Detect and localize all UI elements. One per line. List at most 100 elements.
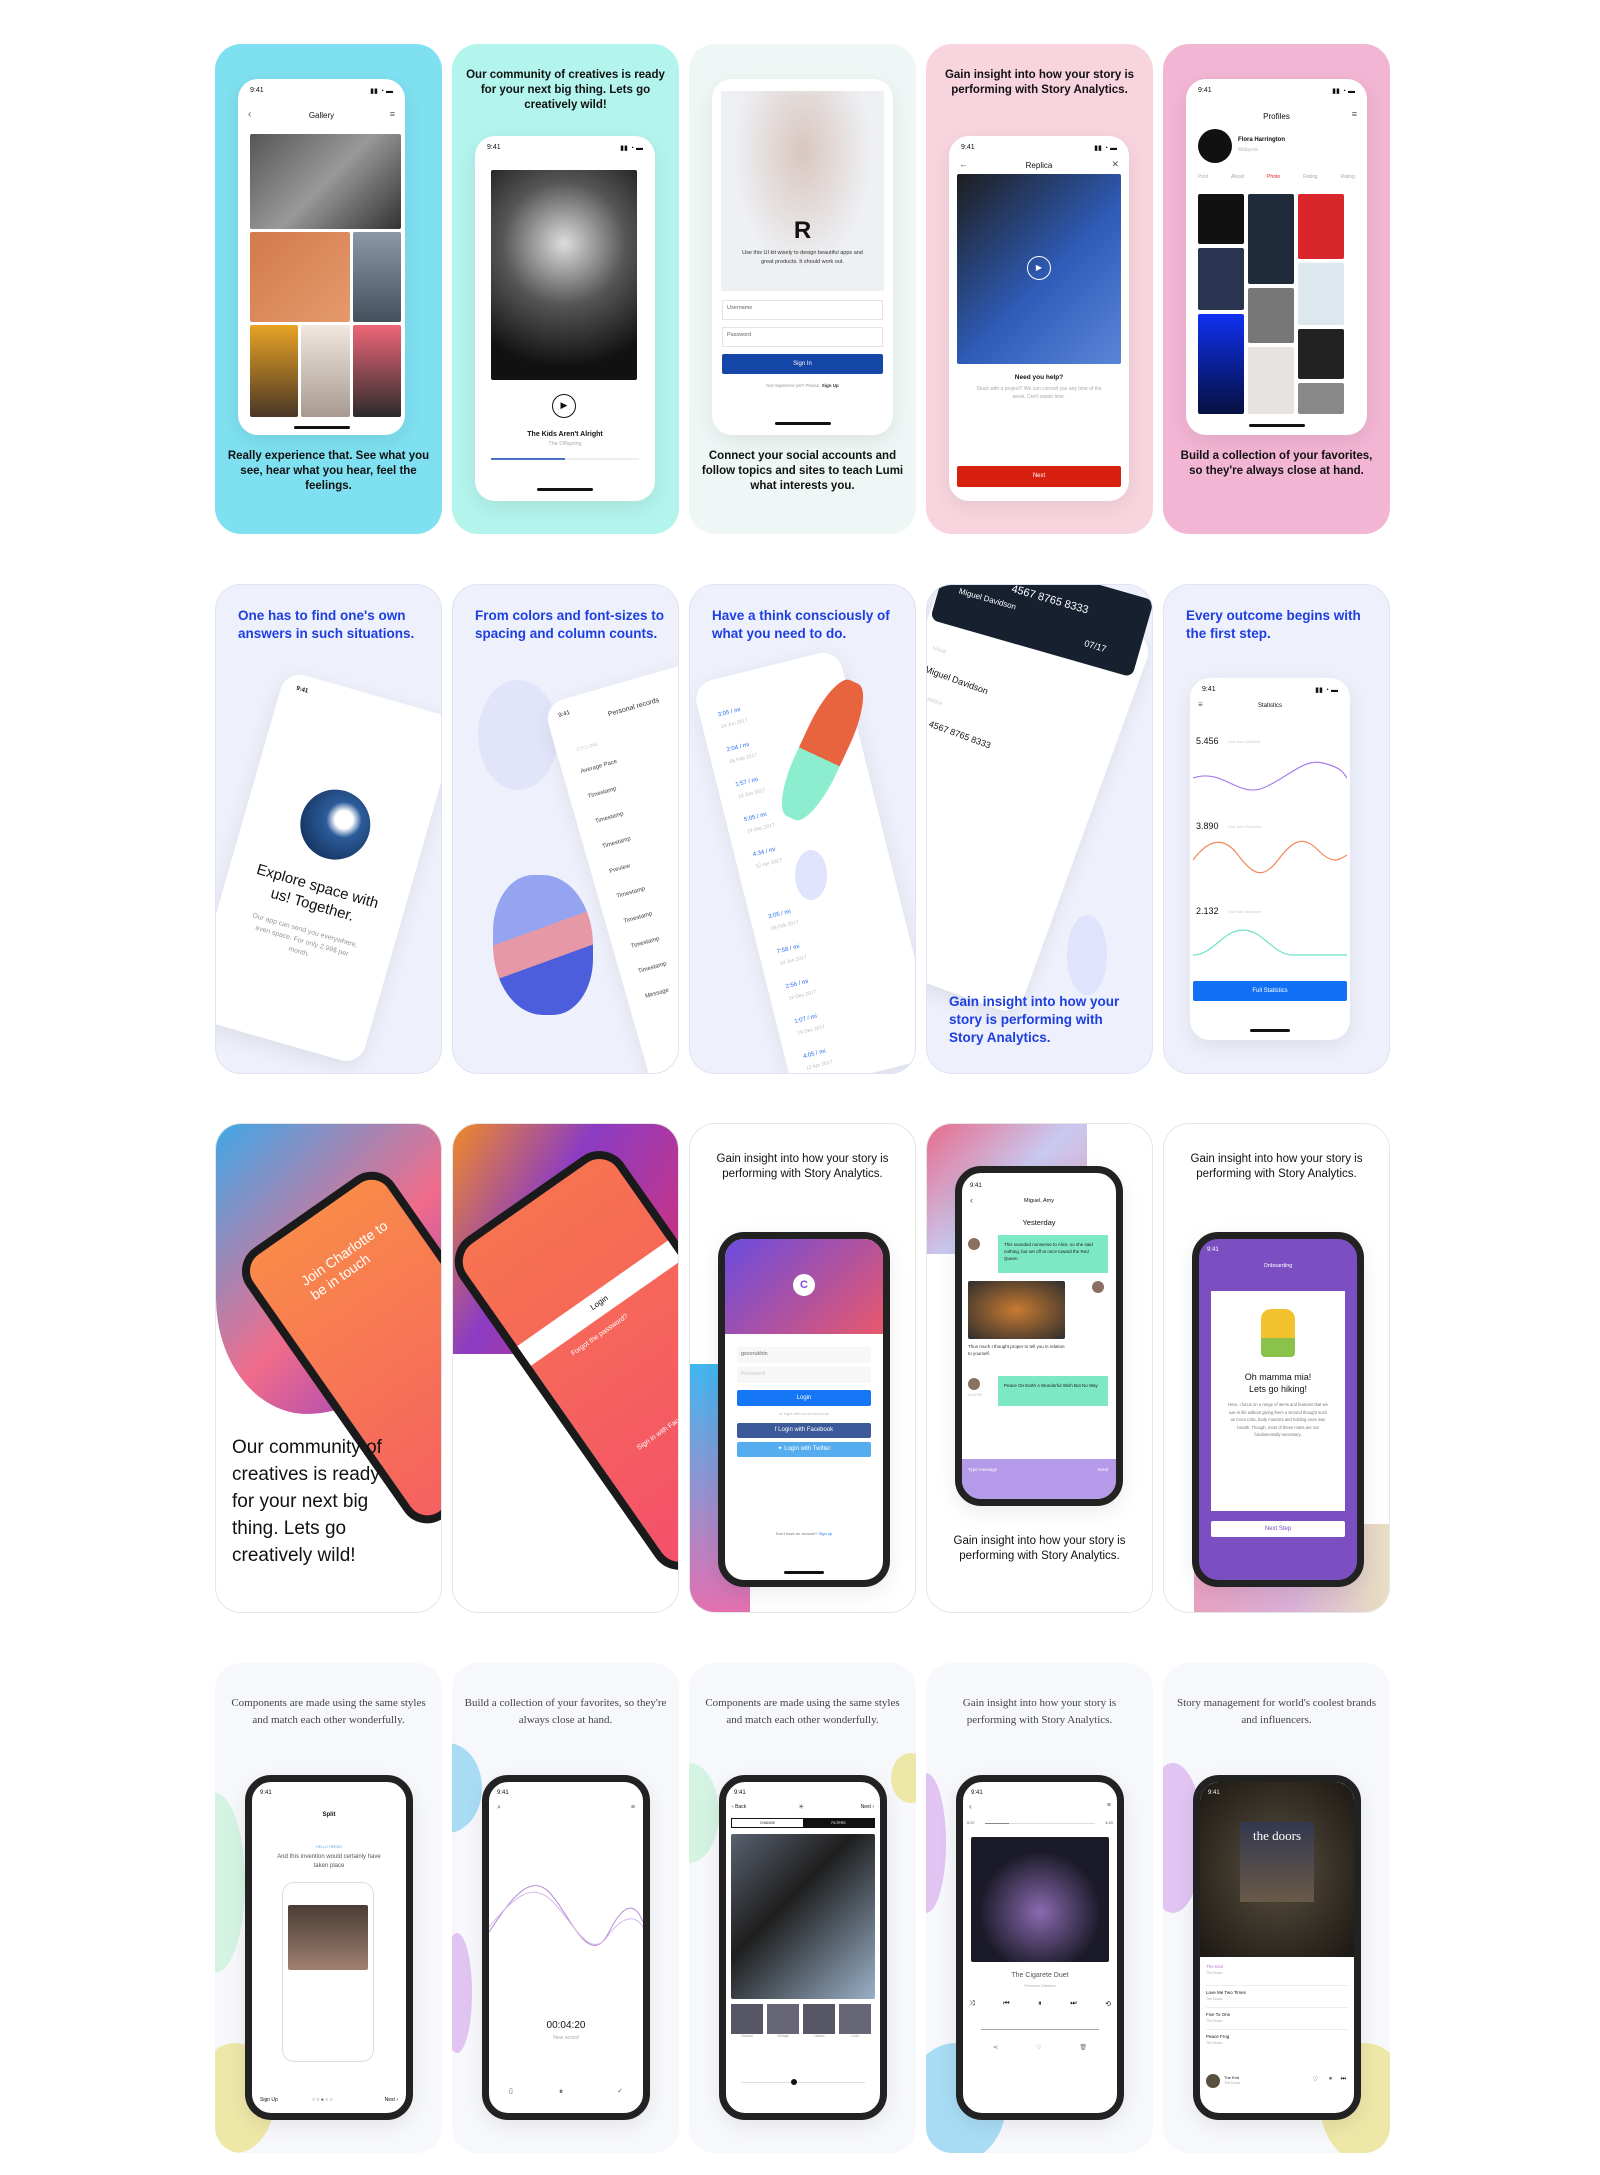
message-bubble[interactable]: This sounded nonsense to Alice, so she s… bbox=[998, 1235, 1108, 1273]
menu-icon[interactable]: ≡ bbox=[1352, 109, 1357, 119]
photo-tile[interactable] bbox=[1298, 263, 1344, 325]
next-icon[interactable]: ⏭ bbox=[1070, 2000, 1076, 2008]
tab-filters[interactable]: FILTERS bbox=[803, 1819, 874, 1827]
next-link[interactable]: Next › bbox=[861, 1804, 874, 1810]
progress-bar[interactable] bbox=[491, 458, 639, 460]
back-link[interactable]: ‹ Back bbox=[732, 1804, 746, 1810]
photo-tile[interactable] bbox=[1198, 314, 1244, 414]
list-item[interactable]: 4:05 / mi 12 Apr 2017 bbox=[802, 1044, 835, 1073]
track-item[interactable]: Five To One The Doors bbox=[1206, 2008, 1348, 2030]
username-field[interactable]: gsvorukhin bbox=[737, 1347, 871, 1363]
next-button[interactable]: Next bbox=[957, 466, 1121, 487]
tab-about[interactable]: About bbox=[1231, 174, 1244, 180]
list-item[interactable]: 7:58 / mi 14 Jun 2017 bbox=[776, 940, 809, 970]
list-item[interactable]: 3:05 / mi 06 Feb 2017 bbox=[767, 905, 800, 935]
message-bubble[interactable]: Peace On Earth A Wonderful Wish But No W… bbox=[998, 1376, 1108, 1406]
tab-post[interactable]: Post bbox=[1198, 174, 1208, 180]
next-step-button[interactable]: Next Step bbox=[1211, 1521, 1345, 1537]
track-item[interactable]: Peace Frog The Doors bbox=[1206, 2030, 1348, 2052]
sign-up-link[interactable]: Sign Up bbox=[260, 2097, 278, 2103]
play-button[interactable]: ▶ bbox=[552, 394, 576, 418]
play-icon[interactable]: ▶ bbox=[1027, 256, 1051, 280]
filter-option[interactable]: Classic bbox=[803, 2004, 835, 2038]
message-composer[interactable]: Type message Send bbox=[962, 1459, 1116, 1499]
pause-button[interactable]: ⏸ bbox=[1329, 2076, 1332, 2083]
photo-tile[interactable] bbox=[1198, 194, 1244, 244]
menu-icon[interactable]: ≡ bbox=[390, 109, 395, 119]
mini-player[interactable]: The End The Doors ♡ ⏸ ⏭ bbox=[1206, 2072, 1348, 2092]
list-item[interactable]: 1:57 / mi 14 Jun 2017 bbox=[734, 773, 767, 803]
heart-icon[interactable]: ♡ bbox=[1036, 2044, 1041, 2051]
shuffle-icon[interactable]: ⤨ bbox=[969, 2000, 975, 2008]
message-input[interactable]: Type message bbox=[968, 1467, 997, 1472]
sign-up-link[interactable]: Sign up bbox=[819, 1531, 833, 1536]
next-link[interactable]: Next › bbox=[385, 2097, 398, 2103]
repeat-icon[interactable]: ⟲ bbox=[1105, 2000, 1111, 2008]
login-button[interactable]: Login bbox=[517, 1240, 678, 1366]
photo-tile[interactable] bbox=[1298, 194, 1344, 259]
list-item[interactable]: 2:56 / mi 19 Dec 2017 bbox=[784, 975, 817, 1005]
share-icon[interactable]: ⋖ bbox=[993, 2044, 998, 2051]
track-item[interactable]: Love Me Two Times The Doors bbox=[1206, 1986, 1348, 2008]
twitter-login-button[interactable]: ✦ Login with Twitter bbox=[737, 1442, 871, 1457]
stat-card[interactable]: 5.456 Visit from Dribbble bbox=[1193, 728, 1347, 803]
previous-icon[interactable]: ⏮ bbox=[1003, 2000, 1009, 2008]
trash-icon[interactable]: 🗑 bbox=[1079, 2044, 1087, 2051]
gallery-photo[interactable] bbox=[353, 232, 401, 322]
send-button[interactable]: Send bbox=[1097, 1467, 1108, 1472]
volume-slider[interactable] bbox=[981, 2029, 1099, 2030]
name-field[interactable]: Miguel Davidson bbox=[927, 664, 989, 696]
next-icon[interactable]: ⏭ bbox=[1341, 2076, 1346, 2083]
back-icon[interactable]: ‹ bbox=[969, 1802, 972, 1811]
list-item[interactable]: 5:05 / mi 19 Dec 2017 bbox=[743, 808, 776, 838]
tab-change[interactable]: CHANGE bbox=[732, 1819, 803, 1827]
track-item[interactable]: The End The Doors bbox=[1206, 1964, 1348, 1986]
password-field[interactable]: Password bbox=[737, 1367, 871, 1383]
stat-card[interactable]: 2.132 Visit from Behance bbox=[1193, 898, 1347, 973]
heart-icon[interactable]: ♡ bbox=[1313, 2076, 1318, 2083]
login-button[interactable]: Login bbox=[737, 1390, 871, 1406]
pause-button[interactable]: ⏸ bbox=[1038, 2000, 1042, 2008]
username-field[interactable]: Username bbox=[722, 300, 883, 320]
facebook-sign-in-link[interactable]: Sign in with Facebook bbox=[636, 1407, 678, 1452]
gallery-photo[interactable] bbox=[301, 325, 350, 417]
check-icon[interactable]: ✓ bbox=[617, 2087, 623, 2095]
filter-option[interactable]: Normal bbox=[731, 2004, 763, 2038]
facebook-login-button[interactable]: f Login with Facebook bbox=[737, 1423, 871, 1438]
shared-photo[interactable] bbox=[968, 1281, 1065, 1339]
tab-photo[interactable]: Photo bbox=[1267, 174, 1280, 180]
photo-tile[interactable] bbox=[1298, 383, 1344, 414]
brightness-icon[interactable]: ☀ bbox=[798, 1803, 804, 1811]
seek-bar[interactable] bbox=[985, 1823, 1095, 1824]
search-icon[interactable]: ⌕ bbox=[497, 1804, 501, 1812]
photo-tile[interactable] bbox=[1248, 194, 1294, 284]
list-item[interactable]: 1:07 / mi 19 Dec 2017 bbox=[793, 1010, 826, 1040]
gallery-photo[interactable] bbox=[250, 325, 298, 417]
gallery-photo[interactable] bbox=[250, 134, 401, 229]
menu-icon[interactable]: ≡ bbox=[631, 1804, 635, 1811]
password-field[interactable]: Password bbox=[722, 327, 883, 347]
bookmark-icon[interactable]: ▯ bbox=[509, 2087, 513, 2095]
tab-rating[interactable]: Rating bbox=[1303, 174, 1317, 180]
filter-option[interactable]: Vintage bbox=[767, 2004, 799, 2038]
number-field[interactable]: 1234 4567 8765 8333 bbox=[927, 711, 992, 750]
slider-handle[interactable] bbox=[790, 2079, 797, 2085]
filter-option[interactable]: Cold bbox=[839, 2004, 871, 2038]
list-item[interactable]: 3:05 / mi 24 Jun 2017 bbox=[717, 703, 750, 733]
gallery-photo[interactable] bbox=[250, 232, 350, 322]
photo-tile[interactable] bbox=[1248, 347, 1294, 414]
intensity-slider[interactable] bbox=[741, 2079, 865, 2085]
tab-rating-2[interactable]: Rating bbox=[1341, 174, 1355, 180]
gallery-photo[interactable] bbox=[353, 325, 401, 417]
message-text[interactable]: Thus much I thought proper to tell you i… bbox=[968, 1343, 1065, 1357]
photo-tile[interactable] bbox=[1248, 288, 1294, 343]
sign-up-link[interactable]: Sign Up bbox=[822, 383, 839, 388]
close-icon[interactable]: ✕ bbox=[1111, 159, 1119, 170]
full-statistics-button[interactable]: Full Statistics bbox=[1193, 981, 1347, 1001]
photo-tile[interactable] bbox=[1198, 248, 1244, 310]
list-item[interactable]: 2:04 / mi 06 Feb 2017 bbox=[725, 738, 758, 768]
sign-in-button[interactable]: Sign In bbox=[722, 354, 883, 374]
photo-tile[interactable] bbox=[1298, 329, 1344, 379]
stat-card[interactable]: 3.890 Visit from Pinterest bbox=[1193, 813, 1347, 888]
avatar[interactable] bbox=[1198, 129, 1232, 163]
